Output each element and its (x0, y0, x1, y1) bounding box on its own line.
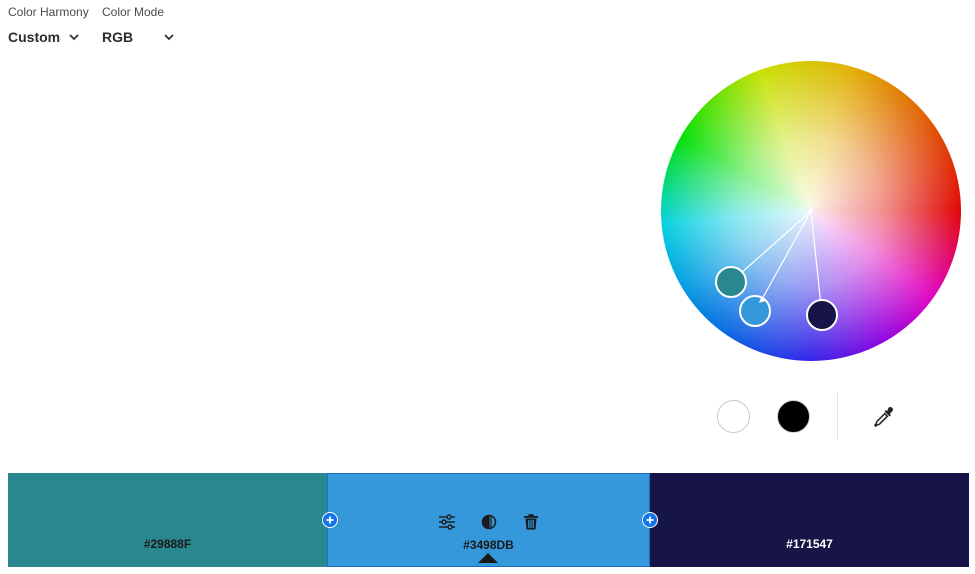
swatch-tools (328, 512, 649, 532)
swatch-3[interactable]: #171547 (650, 473, 969, 567)
color-mode-label: Color Mode (102, 5, 165, 19)
swatch-hex: #171547 (786, 537, 833, 551)
eyedropper-icon (873, 407, 893, 428)
delete-button[interactable] (521, 512, 541, 532)
color-mode-dropdown[interactable]: RGB (102, 27, 175, 47)
wheel-handle-2[interactable] (739, 295, 771, 327)
color-wheel[interactable] (661, 61, 961, 361)
swatch-hex: #29888F (143, 537, 192, 551)
chevron-down-icon (164, 34, 174, 41)
color-harmony-value: Custom (8, 29, 61, 45)
add-color-button-right[interactable] (642, 512, 658, 528)
chevron-down-icon (69, 34, 79, 41)
swatch-1[interactable]: #29888F (8, 473, 327, 567)
handle-line-1 (730, 210, 812, 283)
handle-line-2 (760, 210, 812, 302)
wheel-handle-3[interactable] (806, 299, 838, 331)
plus-icon (646, 516, 654, 524)
shade-button[interactable] (479, 512, 499, 532)
color-harmony-dropdown[interactable]: Custom (8, 27, 80, 47)
sliders-icon (438, 514, 455, 530)
divider (837, 393, 838, 440)
color-mode-value: RGB (102, 29, 134, 45)
add-color-button-left[interactable] (322, 512, 338, 528)
black-color-button[interactable] (777, 400, 810, 433)
wheel-center-dot (809, 209, 813, 213)
contrast-icon (481, 514, 496, 530)
plus-icon (326, 516, 334, 524)
color-harmony-label: Color Harmony (8, 5, 89, 19)
selected-swatch-indicator (478, 553, 498, 563)
swatch-hex: #3498DB (463, 538, 514, 552)
wheel-handle-1[interactable] (715, 266, 747, 298)
white-color-button[interactable] (717, 400, 750, 433)
adjust-button[interactable] (437, 512, 457, 532)
trash-icon (523, 514, 538, 530)
color-wheel-overlay (715, 209, 838, 331)
eyedropper-button[interactable] (872, 405, 896, 429)
